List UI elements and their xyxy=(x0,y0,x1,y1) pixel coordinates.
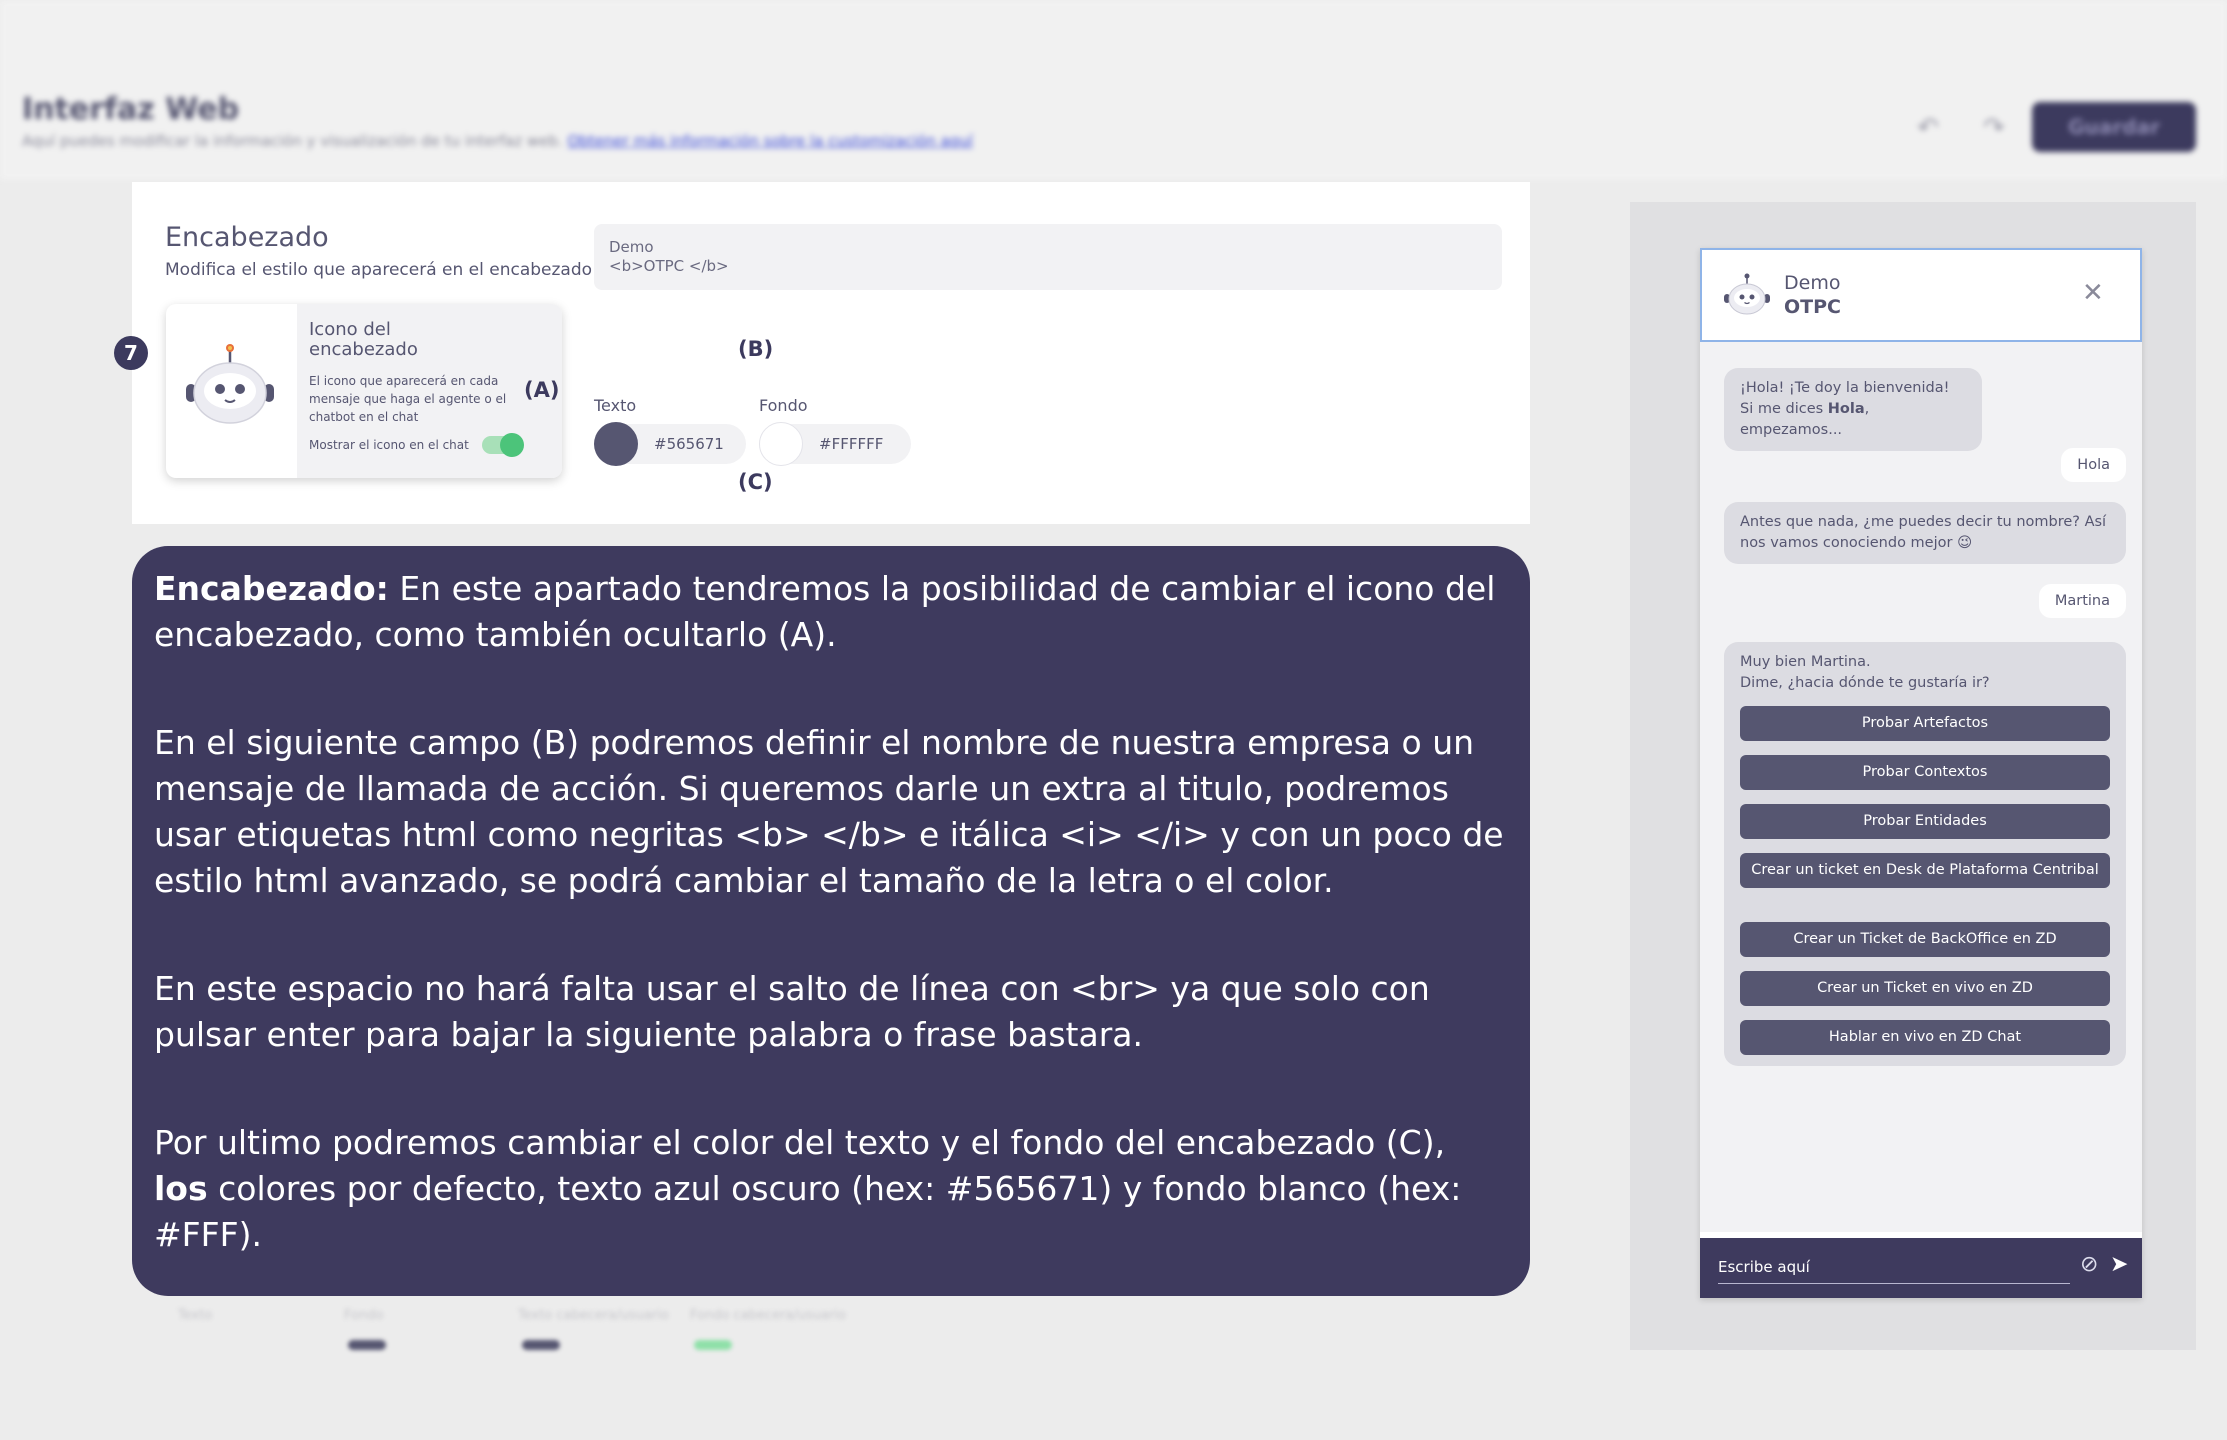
step-badge: 7 xyxy=(114,336,148,370)
mark-b: (B) xyxy=(738,337,774,361)
redo-icon[interactable]: ↷ xyxy=(1978,112,2010,144)
icon-box-description: El icono que aparecerá en cada mensaje q… xyxy=(309,374,507,424)
text-color-swatch[interactable] xyxy=(594,422,638,466)
faded-label: Texto xyxy=(178,1308,213,1323)
save-button[interactable]: Guardar xyxy=(2032,102,2196,152)
bot-message-options: Muy bien Martina. Dime, ¿hacia dónde te … xyxy=(1724,642,2126,1066)
chat-title-line1: Demo xyxy=(1784,272,1841,294)
robot-icon[interactable] xyxy=(180,340,280,440)
chat-widget: Demo OTPC ✕ ¡Hola! ¡Te doy la bienvenida… xyxy=(1700,248,2142,1298)
chat-messages: ¡Hola! ¡Te doy la bienvenida! Si me dice… xyxy=(1700,342,2142,1232)
chat-title-line2: OTPC xyxy=(1784,296,1841,318)
bg-color-swatch[interactable] xyxy=(759,422,803,466)
user-message: Martina xyxy=(2038,584,2126,618)
option-button[interactable]: Crear un Ticket en vivo en ZD xyxy=(1740,971,2110,1006)
faded-swatch xyxy=(694,1340,732,1350)
header-settings-card: Encabezado Modifica el estilo que aparec… xyxy=(132,182,1530,524)
send-icon[interactable]: ➤ xyxy=(2110,1252,2128,1277)
option-button[interactable]: Probar Artefactos xyxy=(1740,706,2110,741)
option-button[interactable]: Hablar en vivo en ZD Chat xyxy=(1740,1020,2110,1055)
header-title-input[interactable]: Demo <b>OTPC </b> xyxy=(594,224,1502,290)
option-button[interactable]: Probar Contextos xyxy=(1740,755,2110,790)
show-icon-toggle[interactable] xyxy=(482,433,524,457)
section-title: Encabezado xyxy=(165,222,329,253)
bg-color-picker[interactable]: #FFFFFF xyxy=(759,422,911,466)
app-header: Interfaz Web Aquí puedes modificar la in… xyxy=(0,0,2227,180)
faded-label: Fondo xyxy=(344,1308,384,1323)
help-overlay: Encabezado: En este apartado tendremos l… xyxy=(132,546,1530,1296)
faded-swatch xyxy=(522,1340,560,1350)
faded-label: Texto cabecera/usuario xyxy=(518,1308,669,1323)
undo-icon[interactable]: ↶ xyxy=(1912,112,1944,144)
option-button[interactable]: Crear un Ticket de BackOffice en ZD xyxy=(1740,922,2110,957)
page-title: Interfaz Web xyxy=(22,92,240,127)
close-icon[interactable]: ✕ xyxy=(2082,278,2104,308)
text-color-label: Texto xyxy=(594,396,637,415)
robot-icon xyxy=(1724,273,1770,315)
chat-header: Demo OTPC ✕ xyxy=(1700,248,2142,342)
faded-swatch xyxy=(348,1340,386,1350)
faded-label: Fondo cabecera/usuario xyxy=(690,1308,846,1323)
paperclip-icon[interactable]: ⊘ xyxy=(2080,1252,2098,1277)
text-color-picker[interactable]: #565671 xyxy=(594,422,746,466)
mark-a: (A) xyxy=(524,378,560,402)
user-message: Hola xyxy=(2061,448,2126,482)
bot-message: ¡Hola! ¡Te doy la bienvenida! Si me dice… xyxy=(1724,368,1982,451)
toggle-knob xyxy=(500,433,524,457)
bot-message: Antes que nada, ¿me puedes decir tu nomb… xyxy=(1724,502,2126,564)
chat-input-bar: Escribe aquí ⊘ ➤ xyxy=(1700,1238,2142,1298)
mark-c: (C) xyxy=(738,470,773,494)
info-link[interactable]: Obtener más información sobre la customi… xyxy=(567,132,972,150)
option-button[interactable]: Probar Entidades xyxy=(1740,804,2110,839)
show-icon-label: Mostrar el icono en el chat xyxy=(309,438,469,452)
header-icon-box: Icono del encabezado El icono que aparec… xyxy=(166,304,562,478)
overlay-paragraph: En el siguiente campo (B) podremos defin… xyxy=(154,723,1504,900)
bg-color-label: Fondo xyxy=(759,396,808,415)
overlay-paragraph: Encabezado: En este apartado tendremos l… xyxy=(154,569,1496,654)
icon-box-title: Icono del encabezado xyxy=(309,319,418,360)
option-button[interactable]: Crear un ticket en Desk de Plataforma Ce… xyxy=(1740,853,2110,888)
overlay-paragraph: En este espacio no hará falta usar el sa… xyxy=(154,969,1430,1054)
overlay-paragraph: Por ultimo podremos cambiar el color del… xyxy=(154,1123,1462,1254)
page-subtitle: Aquí puedes modificar la información y v… xyxy=(22,132,973,150)
chat-message-input[interactable]: Escribe aquí xyxy=(1718,1258,2070,1284)
